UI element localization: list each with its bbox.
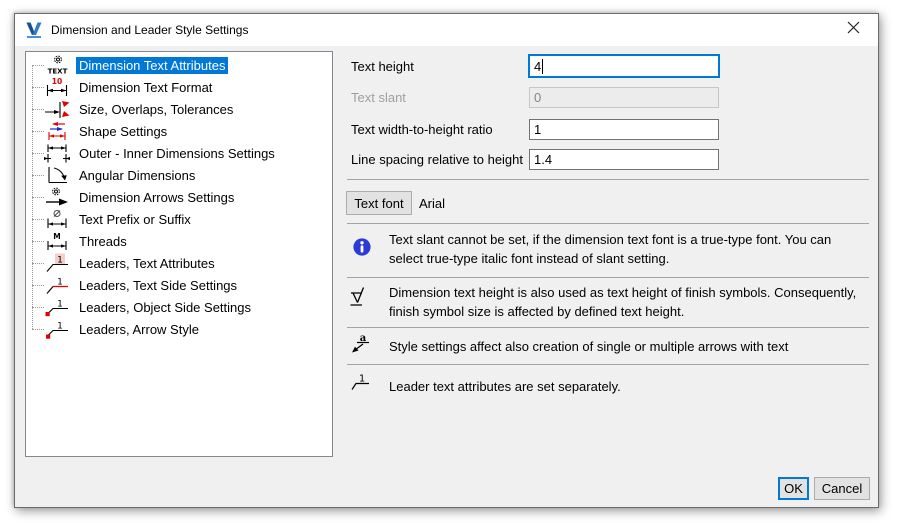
close-button[interactable] [836, 17, 870, 43]
tree-item-label: Leaders, Arrow Style [76, 321, 202, 338]
close-icon [847, 21, 860, 39]
tree-guide [32, 109, 44, 110]
info-icon [353, 238, 371, 256]
tree-item-label: Leaders, Text Attributes [76, 255, 218, 272]
arrow-with-text-icon: a [349, 332, 373, 356]
note-finish-symbols: Dimension text height is also used as te… [389, 283, 861, 321]
threads-icon: M [44, 231, 70, 251]
tree-item-dimension-arrows-settings[interactable]: Dimension Arrows Settings [26, 186, 332, 208]
tree-item-text-prefix-suffix[interactable]: Text Prefix or Suffix [26, 208, 332, 230]
tree-item-label: Dimension Arrows Settings [76, 189, 237, 206]
tree-item-leaders-text-attributes[interactable]: 1 Leaders, Text Attributes [26, 252, 332, 274]
tree-item-angular-dimensions[interactable]: Angular Dimensions [26, 164, 332, 186]
note-line: Style settings affect also creation of s… [389, 337, 861, 356]
tree-guide [32, 87, 44, 88]
note-line: Leader text attributes are set separatel… [389, 377, 861, 396]
ok-button[interactable]: OK [778, 477, 809, 500]
separator [347, 327, 869, 328]
finish-symbol-icon [349, 285, 373, 309]
tree-item-label: Shape Settings [76, 123, 170, 140]
text-slant-input: 0 [529, 87, 719, 108]
tree-item-label: Leaders, Object Side Settings [76, 299, 254, 316]
prefix-suffix-icon [44, 209, 70, 229]
separator [347, 179, 869, 180]
text-caret [542, 59, 543, 74]
leader-1-icon: 1 [350, 371, 374, 395]
style-category-tree: TEXT Dimension Text Attributes 10 Dimens… [25, 51, 333, 457]
tree-item-leaders-arrow-style[interactable]: 1 Leaders, Arrow Style [26, 318, 332, 340]
note-line: finish symbol size is affected by define… [389, 302, 861, 321]
text-height-label: Text height [351, 54, 414, 78]
text-font-button[interactable]: Text font [346, 191, 412, 215]
width-height-ratio-value: 1 [534, 122, 541, 137]
text-slant-label: Text slant [351, 87, 406, 108]
tree-guide [32, 241, 44, 242]
line-spacing-value: 1.4 [534, 152, 552, 167]
leader-object-side-icon: 1 [44, 297, 70, 317]
tree-guide [32, 219, 44, 220]
separator [347, 364, 869, 365]
tree-item-label: Outer - Inner Dimensions Settings [76, 145, 278, 162]
line-spacing-input[interactable]: 1.4 [529, 149, 719, 170]
dim-text-format-icon: 10 [44, 77, 70, 97]
line-spacing-label: Line spacing relative to height [351, 149, 523, 170]
dim-arrows-icon [44, 187, 70, 207]
tree-item-outer-inner-dimensions[interactable]: Outer - Inner Dimensions Settings [26, 142, 332, 164]
separator [347, 277, 869, 278]
text-height-input[interactable]: 4 [528, 54, 720, 78]
note-leader-attributes: Leader text attributes are set separatel… [389, 377, 861, 396]
tree-item-label: Threads [76, 233, 130, 250]
gear-text-icon: TEXT [44, 55, 70, 75]
varicad-logo-icon [25, 21, 43, 39]
leader-arrow-icon: 1 [44, 319, 70, 339]
tree-item-label: Text Prefix or Suffix [76, 211, 194, 228]
cancel-button[interactable]: Cancel [814, 477, 870, 500]
tree-item-leaders-object-side[interactable]: 1 Leaders, Object Side Settings [26, 296, 332, 318]
width-height-ratio-input[interactable]: 1 [529, 119, 719, 140]
leader-text-attr-icon: 1 [44, 253, 70, 273]
tree-guide [32, 285, 44, 286]
tree-item-label: Angular Dimensions [76, 167, 198, 184]
tree-item-shape-settings[interactable]: Shape Settings [26, 120, 332, 142]
tree-guide [32, 153, 44, 154]
note-line: select true-type italic font instead of … [389, 249, 861, 268]
tree-guide [32, 65, 44, 66]
shape-settings-icon [44, 121, 70, 141]
angular-icon [44, 165, 70, 185]
svg-text:M: M [53, 232, 60, 241]
separator [347, 223, 869, 224]
note-text-slant: Text slant cannot be set, if the dimensi… [389, 230, 861, 268]
selected-font-name: Arial [419, 191, 445, 215]
tree-guide [32, 175, 44, 176]
tree-item-dimension-text-format[interactable]: 10 Dimension Text Format [26, 76, 332, 98]
width-height-ratio-label: Text width-to-height ratio [351, 119, 493, 140]
tree-guide [32, 263, 44, 264]
title-bar[interactable]: Dimension and Leader Style Settings [15, 14, 878, 46]
tree-item-threads[interactable]: M Threads [26, 230, 332, 252]
outer-inner-icon [44, 143, 70, 163]
tree-item-label: Size, Overlaps, Tolerances [76, 101, 236, 118]
size-tolerances-icon [44, 99, 70, 119]
tree-item-dimension-text-attributes[interactable]: TEXT Dimension Text Attributes [26, 54, 332, 76]
tree-item-label: Dimension Text Format [76, 79, 215, 96]
tree-guide [32, 307, 44, 308]
leader-text-side-icon: 1 [44, 275, 70, 295]
tree-item-leaders-text-side[interactable]: 1 Leaders, Text Side Settings [26, 274, 332, 296]
tree-guide [32, 131, 44, 132]
tree-guide [32, 329, 44, 330]
note-line: Text slant cannot be set, if the dimensi… [389, 230, 861, 249]
dialog-title: Dimension and Leader Style Settings [51, 23, 248, 37]
note-line: Dimension text height is also used as te… [389, 283, 861, 302]
text-slant-value: 0 [534, 90, 541, 105]
tree-item-label: Leaders, Text Side Settings [76, 277, 240, 294]
tree-guide [32, 197, 44, 198]
tree-item-label: Dimension Text Attributes [76, 57, 228, 74]
dimension-style-dialog: Dimension and Leader Style Settings TEXT… [14, 13, 879, 508]
svg-text:10: 10 [52, 77, 62, 86]
tree-item-size-overlaps-tolerances[interactable]: Size, Overlaps, Tolerances [26, 98, 332, 120]
svg-text:TEXT: TEXT [48, 68, 68, 76]
text-height-value: 4 [534, 59, 541, 74]
svg-text:1: 1 [359, 374, 365, 385]
note-arrows-with-text: Style settings affect also creation of s… [389, 337, 861, 356]
